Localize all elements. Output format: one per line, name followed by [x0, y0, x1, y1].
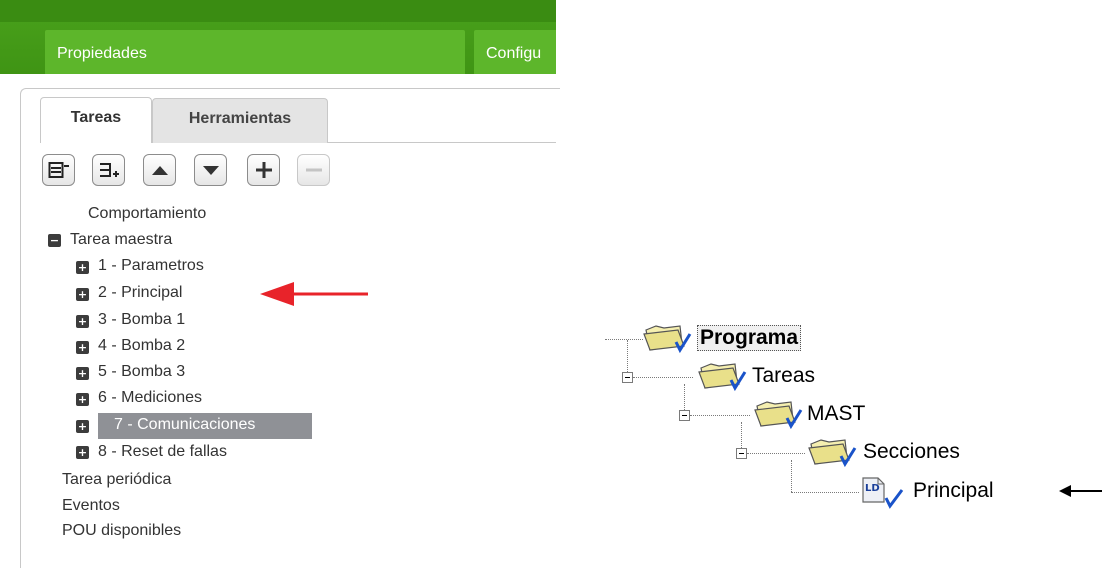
expand-icon[interactable]: + [76, 341, 89, 354]
tree-item-section-5[interactable]: 5 - Bomba 3 [98, 362, 185, 382]
tree-item-pou-available[interactable]: POU disponibles [62, 521, 181, 541]
top-band [0, 0, 556, 22]
tree-connector [747, 453, 805, 454]
tab-tasks-label: Tareas [70, 109, 122, 126]
tree-item-master-task[interactable]: Tarea maestra [70, 230, 172, 250]
collapse-icon[interactable] [736, 448, 747, 459]
tab-properties[interactable]: Propiedades [45, 30, 465, 74]
collapse-all-button[interactable] [42, 154, 75, 186]
expand-icon[interactable]: + [76, 288, 89, 301]
right-tree-tasks[interactable]: Tareas [752, 364, 815, 388]
expand-icon[interactable]: + [76, 393, 89, 406]
tree-item-periodic-task[interactable]: Tarea periódica [62, 470, 171, 490]
move-down-button[interactable] [194, 154, 227, 186]
ld-section-icon: LD [860, 476, 904, 510]
top-toolbar: Propiedades Configu [0, 0, 556, 74]
expand-icon[interactable]: + [76, 261, 89, 274]
tree-item-section-1[interactable]: 1 - Parametros [98, 256, 204, 276]
black-arrow-icon [1059, 485, 1102, 497]
remove-button[interactable] [297, 154, 330, 186]
right-tree-principal[interactable]: Principal [913, 479, 994, 503]
tree-item-events[interactable]: Eventos [62, 496, 120, 516]
tree-item-behavior[interactable]: Comportamiento [88, 204, 206, 224]
expand-icon[interactable]: + [76, 446, 89, 459]
triangle-down-icon [202, 166, 219, 175]
tree-item-section-4[interactable]: 4 - Bomba 2 [98, 336, 185, 356]
folder-icon [698, 363, 747, 392]
tree-connector [633, 377, 693, 378]
folder-icon [643, 325, 692, 354]
expand-icon[interactable]: + [76, 315, 89, 328]
tab-configuration[interactable]: Configu [474, 30, 556, 74]
ld-badge: LD [865, 483, 880, 494]
tree-connector [791, 460, 792, 492]
collapse-icon[interactable]: − [48, 234, 61, 247]
expand-icon[interactable]: + [76, 420, 89, 433]
tree-item-section-8[interactable]: 8 - Reset de fallas [98, 442, 227, 462]
expand-all-icon [99, 163, 119, 177]
tree-item-section-3[interactable]: 3 - Bomba 1 [98, 310, 185, 330]
collapse-icon[interactable] [622, 372, 633, 383]
tree-connector [791, 492, 859, 493]
expand-all-button[interactable] [92, 154, 125, 186]
tree-connector [741, 422, 742, 448]
triangle-up-icon [151, 166, 168, 175]
tab-tools-label: Herramientas [188, 110, 292, 127]
minus-icon [305, 168, 322, 172]
tree-item-section-7[interactable]: 7 - Comunicaciones [114, 415, 255, 435]
plus-icon [255, 162, 272, 178]
tab-properties-label: Propiedades [57, 45, 147, 62]
tree-connector [690, 415, 750, 416]
folder-icon [808, 439, 857, 468]
tree-connector [627, 340, 628, 372]
collapse-icon[interactable] [679, 410, 690, 421]
tree-connector [684, 384, 685, 410]
move-up-button[interactable] [143, 154, 176, 186]
red-arrow-icon [260, 282, 368, 306]
collapse-all-icon [48, 162, 69, 178]
right-tree-mast[interactable]: MAST [807, 402, 865, 426]
tab-tools[interactable]: Herramientas [152, 98, 328, 143]
folder-icon [754, 401, 803, 430]
right-tree-program[interactable]: Programa [697, 325, 802, 351]
tab-tasks[interactable]: Tareas [40, 97, 152, 143]
tree-item-section-6[interactable]: 6 - Mediciones [98, 388, 202, 408]
tab-configuration-label: Configu [486, 45, 542, 62]
tree-item-section-2[interactable]: 2 - Principal [98, 283, 182, 303]
expand-icon[interactable]: + [76, 367, 89, 380]
right-tree-sections[interactable]: Secciones [863, 440, 960, 464]
tree-connector [605, 339, 643, 340]
add-button[interactable] [247, 154, 280, 186]
